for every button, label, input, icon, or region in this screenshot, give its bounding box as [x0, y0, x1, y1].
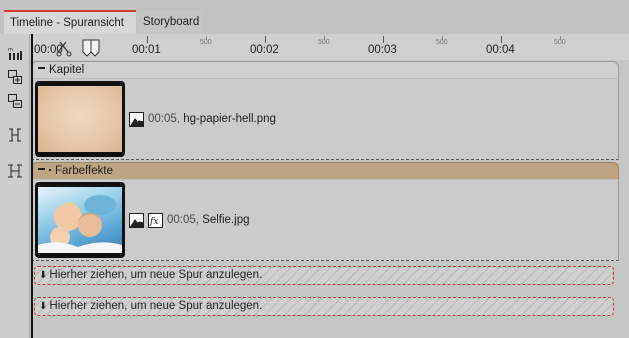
- tab-bar: Timeline - Spuransicht Storyboard: [0, 0, 629, 34]
- collapse-minus-icon[interactable]: [38, 168, 45, 171]
- ruler-label: 00:02: [250, 44, 279, 56]
- tab-label: Timeline - Spuransicht: [10, 17, 124, 29]
- ruler-minor-label: 500: [436, 39, 448, 46]
- clip-duration: 00:05,: [148, 113, 180, 125]
- timeline-area[interactable]: 00:00 00:01 500 00:02 500 00:03 500 00:0…: [30, 34, 629, 338]
- group-label: Farbeffekte: [55, 165, 113, 177]
- dropzone-label: Hierher ziehen, um neue Spur anzulegen.: [49, 269, 263, 281]
- collapse-icon[interactable]: [4, 160, 26, 182]
- clip-info: 00:05, hg-papier-hell.png: [129, 79, 276, 159]
- ruler-label: 00:03: [368, 44, 397, 56]
- new-track-dropzone[interactable]: ⬇ Hierher ziehen, um neue Spur anzulegen.: [34, 297, 614, 316]
- new-track-dropzone[interactable]: ⬇ Hierher ziehen, um neue Spur anzulegen.: [34, 266, 614, 285]
- add-track-icon[interactable]: [4, 66, 26, 88]
- expand-icon[interactable]: [4, 124, 26, 146]
- time-ruler[interactable]: 00:00 00:01 500 00:02 500 00:03 500 00:0…: [30, 34, 629, 60]
- remove-track-icon[interactable]: [4, 90, 26, 112]
- fx-icon[interactable]: fx: [148, 212, 163, 228]
- group-header-farbeffekte[interactable]: Farbeffekte: [31, 162, 619, 179]
- track-kapitel[interactable]: 00:05, hg-papier-hell.png: [31, 78, 619, 160]
- playhead[interactable]: [31, 34, 33, 338]
- down-arrow-icon: ⬇: [39, 270, 48, 281]
- clip-filename: Selfie.jpg: [202, 214, 250, 226]
- tab-timeline-spuransicht[interactable]: Timeline - Spuransicht: [4, 10, 136, 34]
- ruler-minor-label: 500: [318, 39, 330, 46]
- track-farbeffekte[interactable]: fx 00:05, Selfie.jpg: [31, 179, 619, 261]
- clip-thumbnail[interactable]: [35, 182, 125, 258]
- clip-duration: 00:05,: [167, 214, 199, 226]
- timeline-toolbar: m: [0, 34, 30, 338]
- clip-info: fx 00:05, Selfie.jpg: [129, 180, 250, 260]
- image-icon: [129, 212, 144, 228]
- paper-texture-image: [38, 86, 122, 152]
- clip-filename: hg-papier-hell.png: [183, 113, 276, 125]
- ruler-minor-label: 500: [554, 39, 566, 46]
- svg-text:m: m: [8, 47, 13, 53]
- image-icon: [129, 111, 144, 127]
- group-header-kapitel[interactable]: Kapitel: [31, 61, 619, 78]
- tab-storyboard[interactable]: Storyboard: [137, 10, 203, 34]
- selfie-photo-image: [38, 187, 122, 253]
- scissors-marker-icon[interactable]: [56, 36, 108, 58]
- ruler-label: 00:01: [132, 44, 161, 56]
- dropzone-label: Hierher ziehen, um neue Spur anzulegen.: [49, 300, 263, 312]
- ruler-label: 00:04: [486, 44, 515, 56]
- group-label: Kapitel: [49, 64, 85, 76]
- collapse-minus-icon[interactable]: [38, 67, 45, 70]
- ruler-minor-label: 500: [200, 39, 212, 46]
- zoom-fit-icon[interactable]: m: [4, 42, 26, 64]
- clip-thumbnail[interactable]: [35, 81, 125, 157]
- tab-label: Storyboard: [143, 16, 200, 28]
- down-arrow-icon: ⬇: [39, 301, 48, 312]
- svg-text:fx: fx: [149, 217, 158, 227]
